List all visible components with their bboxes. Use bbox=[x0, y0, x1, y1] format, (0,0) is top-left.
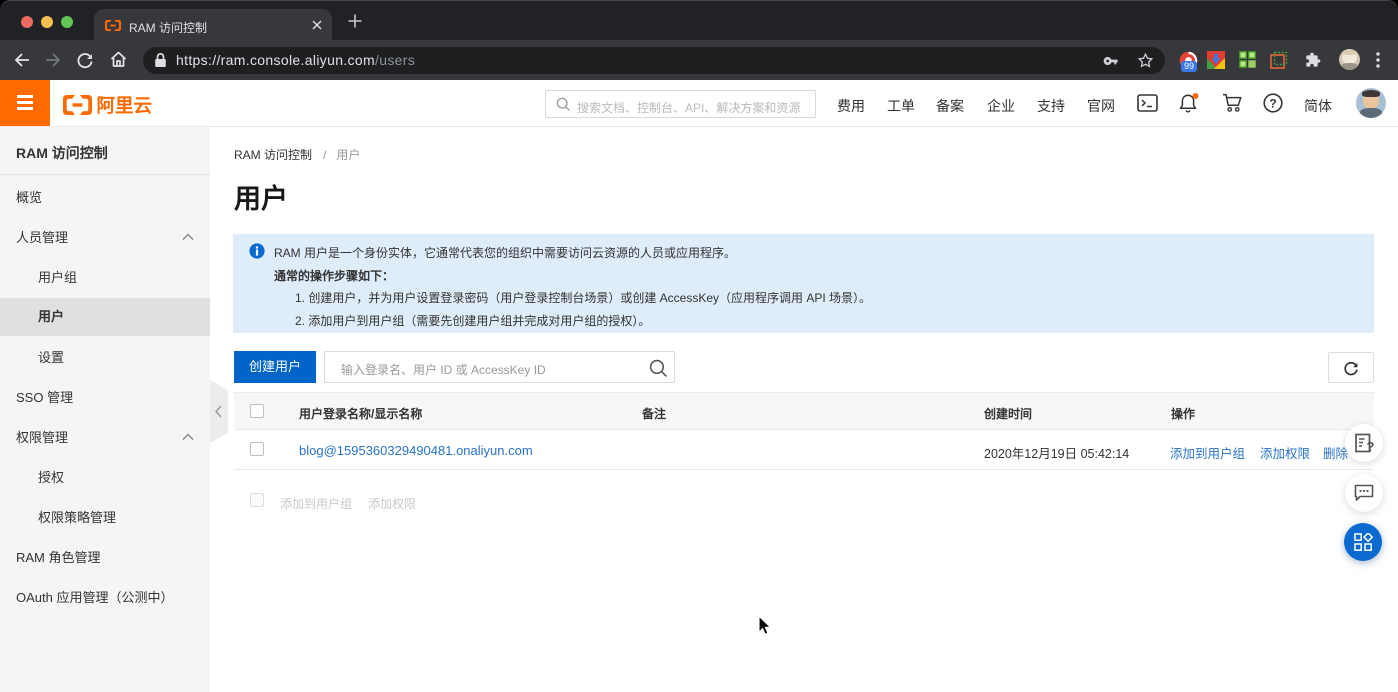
svg-text:?: ? bbox=[1367, 439, 1375, 454]
svg-text:阿里云: 阿里云 bbox=[97, 95, 153, 115]
svg-text:?: ? bbox=[1269, 96, 1276, 110]
